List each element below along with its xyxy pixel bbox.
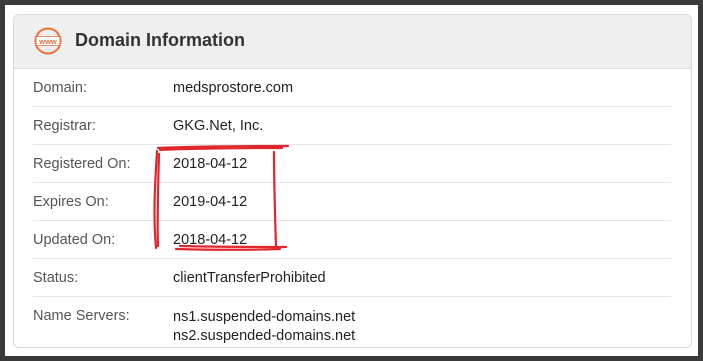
card-title: Domain Information [75, 30, 245, 50]
row-updated-on: Updated On: 2018-04-12 [33, 221, 671, 259]
domain-info-card: www Domain Information Domain: medsprost… [13, 14, 692, 348]
screenshot-frame: www Domain Information Domain: medsprost… [5, 5, 698, 356]
value-registered-on: 2018-04-12 [173, 156, 248, 172]
row-registrar: Registrar: GKG.Net, Inc. [33, 107, 671, 145]
row-registered-on: Registered On: 2018-04-12 [33, 145, 671, 183]
name-server-1: ns1.suspended-domains.net [173, 309, 356, 325]
value-expires-on: 2019-04-12 [173, 194, 248, 210]
row-name-servers: Name Servers: ns1.suspended-domains.net … [33, 297, 671, 347]
value-domain: medsprostore.com [173, 80, 294, 96]
label-registered-on: Registered On: [33, 156, 131, 172]
www-globe-icon: www [34, 27, 62, 55]
row-expires-on: Expires On: 2019-04-12 [33, 183, 671, 221]
value-registrar: GKG.Net, Inc. [173, 118, 264, 134]
label-registrar: Registrar: [33, 118, 96, 134]
card-header: www Domain Information [14, 15, 691, 69]
value-status: clientTransferProhibited [173, 270, 326, 286]
row-status: Status: clientTransferProhibited [33, 259, 671, 297]
info-table: Domain: medsprostore.com Registrar: GKG.… [33, 69, 671, 347]
value-name-servers: ns1.suspended-domains.net ns2.suspended-… [173, 308, 355, 346]
label-updated-on: Updated On: [33, 232, 116, 248]
label-status: Status: [33, 270, 79, 286]
label-expires-on: Expires On: [33, 194, 109, 210]
name-server-2: ns2.suspended-domains.net [173, 328, 356, 344]
label-domain: Domain: [33, 80, 87, 96]
value-updated-on: 2018-04-12 [173, 232, 248, 248]
label-name-servers: Name Servers: [33, 308, 130, 324]
row-domain: Domain: medsprostore.com [33, 69, 671, 107]
www-icon-text: www [38, 37, 57, 46]
